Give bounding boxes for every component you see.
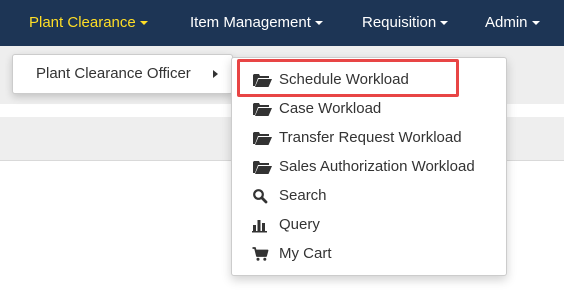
bar-chart-icon <box>252 220 267 233</box>
caret-down-icon <box>139 21 148 26</box>
menu-item-label: Search <box>279 187 327 204</box>
nav-item-management[interactable]: Item Management <box>190 0 323 46</box>
cart-icon <box>252 247 269 261</box>
highlight-box <box>237 59 459 97</box>
caret-right-icon <box>213 70 218 78</box>
menu-item-label: Case Workload <box>279 100 382 117</box>
search-icon <box>253 189 268 204</box>
top-navbar: Plant Clearance Item Management Requisit… <box>0 0 564 46</box>
menu-item-label: My Cart <box>279 245 332 262</box>
nav-item-management-label: Item Management <box>190 14 311 31</box>
nav-plant-clearance[interactable]: Plant Clearance <box>29 0 148 46</box>
menu-item-label: Query <box>279 216 320 233</box>
caret-down-icon <box>314 21 323 26</box>
nav-admin[interactable]: Admin <box>485 0 540 46</box>
nav-admin-label: Admin <box>485 14 528 31</box>
caret-down-icon <box>440 21 449 26</box>
folder-open-icon <box>253 161 272 174</box>
nav-plant-clearance-label: Plant Clearance <box>29 14 136 31</box>
folder-open-icon <box>253 103 272 116</box>
caret-down-icon <box>531 21 540 26</box>
menu-item-label: Transfer Request Workload <box>279 129 462 146</box>
plant-clearance-officer-item[interactable]: Plant Clearance Officer <box>36 55 191 93</box>
menu-item-label: Sales Authorization Workload <box>279 158 475 175</box>
nav-requisition[interactable]: Requisition <box>362 0 449 46</box>
plant-clearance-dropdown: Plant Clearance Officer <box>12 54 233 94</box>
nav-requisition-label: Requisition <box>362 14 437 31</box>
folder-open-icon <box>253 132 272 145</box>
